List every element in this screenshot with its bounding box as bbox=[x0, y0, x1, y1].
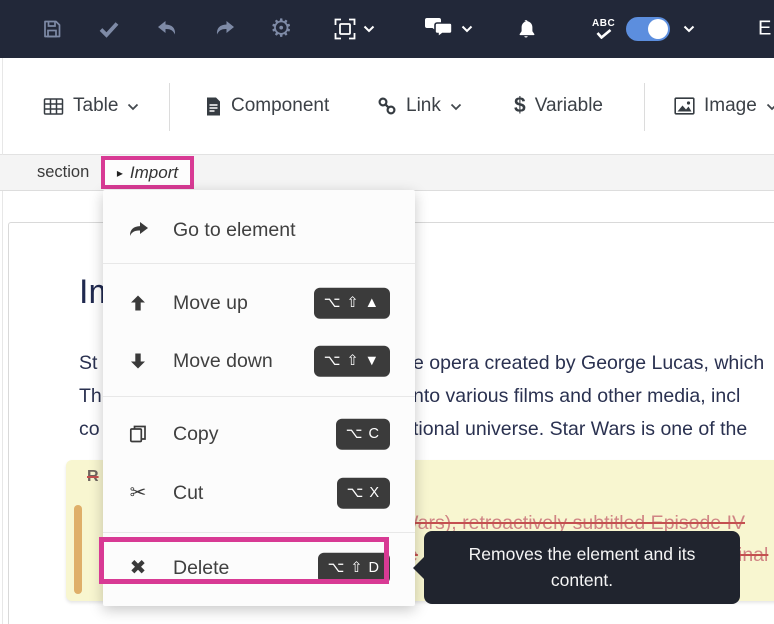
paragraph-fragment: tional universe. Star Wars is one of the bbox=[413, 418, 747, 441]
tracked-change-label: R bbox=[87, 468, 99, 486]
paragraph-fragment: co bbox=[79, 418, 100, 441]
shortcut-badge: ⌥ C bbox=[336, 419, 390, 450]
bell-icon[interactable] bbox=[514, 17, 538, 41]
app-window: ⚙ ABC bbox=[0, 0, 774, 624]
window-edge bbox=[2, 58, 3, 624]
breadcrumb-arrow-icon: ▸ bbox=[117, 166, 123, 180]
chevron-down-icon[interactable] bbox=[683, 20, 695, 38]
toolbar-separator bbox=[644, 83, 645, 131]
table-icon bbox=[43, 97, 64, 116]
tooltip-arrow bbox=[413, 557, 424, 579]
element-toolbar: Table Component Link $ bbox=[0, 58, 774, 155]
menu-item-cut[interactable]: ✂ Cut ⌥ X bbox=[103, 465, 415, 521]
paragraph-fragment: nto various films and other media, incl bbox=[413, 385, 740, 408]
move-down-icon bbox=[125, 351, 151, 371]
import-highlight-box: ▸ Import bbox=[101, 156, 194, 189]
quote-border-bar bbox=[74, 505, 82, 594]
undo-icon[interactable] bbox=[155, 18, 179, 40]
menu-separator bbox=[103, 532, 415, 533]
component-button[interactable]: Component bbox=[205, 95, 329, 117]
chevron-down-icon[interactable] bbox=[461, 20, 473, 38]
check-icon[interactable] bbox=[98, 19, 120, 39]
toolbar-separator bbox=[169, 83, 170, 131]
menu-item-go-to-element[interactable]: Go to element bbox=[103, 202, 415, 258]
shortcut-badge: ⌥ X bbox=[337, 478, 390, 509]
delete-icon: ✖ bbox=[125, 558, 151, 578]
menu-item-delete[interactable]: ✖ Delete ⌥ ⇧ D bbox=[103, 540, 415, 596]
shortcut-badge: ⌥ ⇧ ▼ bbox=[314, 346, 390, 377]
shortcut-badge: ⌥ ⇧ D bbox=[318, 553, 390, 584]
track-changes-toggle[interactable] bbox=[626, 17, 670, 41]
fullscreen-icon[interactable] bbox=[332, 16, 358, 42]
tooltip-text: Removes the element and its bbox=[469, 542, 696, 568]
link-icon bbox=[377, 96, 397, 116]
spellcheck-icon[interactable]: ABC bbox=[592, 19, 615, 39]
dollar-icon: $ bbox=[514, 94, 526, 118]
variable-button[interactable]: $ Variable bbox=[514, 94, 603, 118]
comments-icon[interactable] bbox=[424, 17, 455, 42]
go-to-element-icon bbox=[125, 220, 151, 240]
component-icon bbox=[205, 96, 222, 117]
save-icon[interactable] bbox=[41, 18, 63, 40]
edit-menu-label[interactable]: E bbox=[758, 18, 771, 41]
tooltip: Removes the element and its content. bbox=[424, 531, 740, 604]
menu-separator bbox=[103, 396, 415, 397]
paragraph-fragment: St bbox=[79, 352, 97, 375]
chevron-down-icon bbox=[766, 95, 774, 117]
paragraph-fragment: Th bbox=[79, 385, 102, 408]
image-icon bbox=[674, 97, 695, 115]
tooltip-text: content. bbox=[551, 568, 613, 594]
table-button[interactable]: Table bbox=[43, 95, 139, 117]
copy-icon bbox=[125, 424, 151, 444]
menu-item-copy[interactable]: Copy ⌥ C bbox=[103, 406, 415, 462]
breadcrumb: section ▸ Import bbox=[0, 155, 774, 191]
chevron-down-icon[interactable] bbox=[363, 20, 375, 38]
image-button[interactable]: Image bbox=[674, 95, 774, 117]
top-toolbar: ⚙ ABC bbox=[0, 0, 774, 58]
menu-separator bbox=[103, 263, 415, 264]
chevron-down-icon bbox=[450, 95, 462, 117]
shortcut-badge: ⌥ ⇧ ▲ bbox=[314, 288, 390, 319]
cut-icon: ✂ bbox=[125, 483, 151, 503]
move-up-icon bbox=[125, 293, 151, 313]
paragraph-fragment: e opera created by George Lucas, which bbox=[413, 352, 764, 375]
menu-item-move-down[interactable]: Move down ⌥ ⇧ ▼ bbox=[103, 333, 415, 389]
breadcrumb-item-import[interactable]: Import bbox=[130, 163, 178, 183]
menu-item-move-up[interactable]: Move up ⌥ ⇧ ▲ bbox=[103, 275, 415, 331]
deleted-text: inal bbox=[738, 544, 768, 567]
context-menu: Go to element Move up ⌥ ⇧ ▲ Move down ⌥ … bbox=[103, 190, 415, 606]
redo-icon[interactable] bbox=[213, 18, 237, 40]
chevron-down-icon bbox=[127, 95, 139, 117]
link-button[interactable]: Link bbox=[377, 95, 462, 117]
breadcrumb-item-section[interactable]: section bbox=[37, 163, 89, 182]
gear-icon[interactable]: ⚙ bbox=[270, 17, 292, 42]
toggle-knob bbox=[648, 19, 668, 39]
